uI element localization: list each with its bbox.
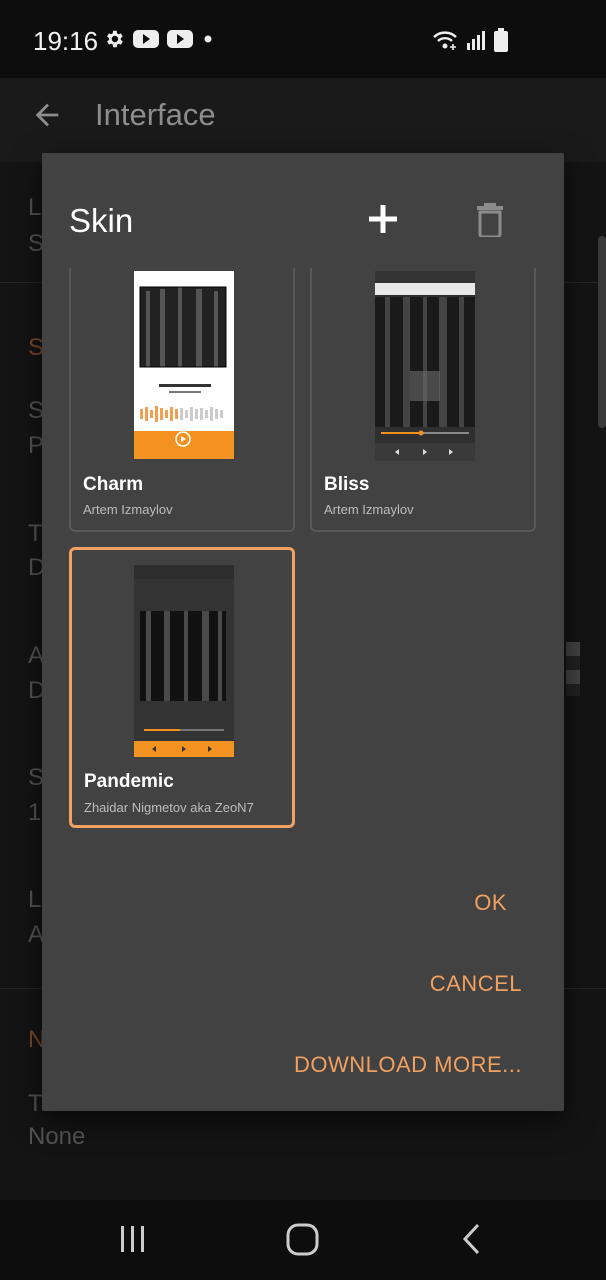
- list-item-subtitle: None: [28, 1123, 86, 1150]
- skin-preview-image: [375, 271, 475, 461]
- recents-icon[interactable]: [118, 1224, 148, 1254]
- skin-author: Artem Izmaylov: [83, 502, 173, 517]
- color-swatch-preview: [566, 642, 580, 696]
- skin-preview-image: [134, 271, 234, 459]
- list-item-title: L: [28, 194, 42, 221]
- back-icon[interactable]: [460, 1222, 484, 1256]
- ok-button[interactable]: OK: [474, 890, 507, 916]
- plus-icon[interactable]: [367, 203, 399, 235]
- skin-name: Bliss: [324, 474, 370, 495]
- page-title: Interface: [95, 97, 216, 132]
- trash-icon[interactable]: [475, 203, 505, 237]
- wifi-icon: [433, 31, 457, 50]
- app-bar: Interface: [0, 78, 606, 162]
- cancel-button[interactable]: CANCEL: [430, 971, 522, 997]
- download-more-button[interactable]: DOWNLOAD MORE...: [294, 1052, 522, 1078]
- list-item-title: L: [28, 886, 42, 913]
- status-bar: 19:16: [0, 0, 606, 78]
- skin-card-charm[interactable]: Charm Artem Izmaylov: [69, 268, 295, 532]
- signal-icon: [467, 31, 485, 50]
- skin-author: Artem Izmaylov: [324, 502, 414, 517]
- arrow-left-icon[interactable]: [30, 98, 64, 132]
- status-time: 19:16: [33, 26, 99, 56]
- gear-icon: [107, 30, 123, 48]
- youtube-icon: [167, 30, 193, 48]
- skin-card-bliss[interactable]: Bliss Artem Izmaylov: [310, 268, 536, 532]
- skin-name: Charm: [83, 474, 144, 495]
- scrollbar[interactable]: [598, 236, 606, 428]
- skin-author: Zhaidar Nigmetov aka ZeoN7: [84, 800, 254, 815]
- list-item-title: T: [28, 520, 43, 547]
- list-item-subtitle: 1: [28, 799, 42, 826]
- skin-dialog: Skin Charm Artem Izmaylov Bliss Artem Iz…: [42, 153, 564, 1111]
- navigation-bar: [0, 1200, 606, 1280]
- status-right-icons: [432, 28, 508, 52]
- youtube-icon: [133, 30, 159, 48]
- status-left-icons: [103, 28, 215, 50]
- list-item-title: T: [28, 1090, 43, 1117]
- skin-card-pandemic[interactable]: Pandemic Zhaidar Nigmetov aka ZeoN7: [69, 547, 295, 828]
- battery-icon: [494, 28, 508, 52]
- skin-name: Pandemic: [84, 771, 174, 792]
- home-icon[interactable]: [286, 1223, 319, 1256]
- dot-icon: [204, 35, 212, 43]
- skin-preview-image: [134, 565, 234, 757]
- skin-grid: Charm Artem Izmaylov Bliss Artem Izmaylo…: [69, 268, 539, 828]
- dialog-title: Skin: [69, 202, 134, 239]
